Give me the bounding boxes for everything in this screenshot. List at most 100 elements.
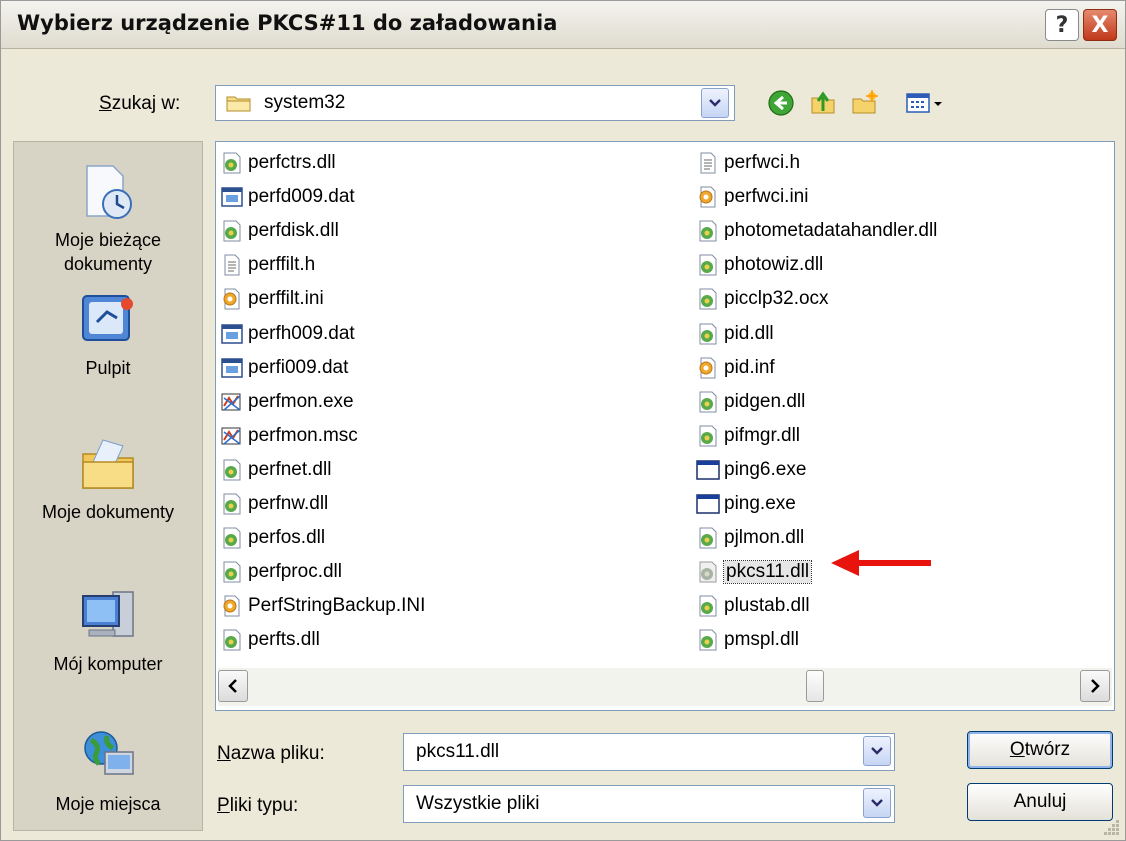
file-item[interactable]: perfproc.dll — [220, 555, 425, 589]
file-name: pkcs11.dll — [722, 560, 813, 585]
cancel-button-label: Anuluj — [1013, 791, 1067, 812]
file-item[interactable]: pidgen.dll — [696, 385, 937, 419]
lookin-dropdown-button[interactable] — [701, 88, 729, 118]
annotation-arrow-icon — [831, 550, 931, 576]
file-name: pid.inf — [724, 356, 775, 378]
file-item[interactable]: perfh009.dat — [220, 316, 425, 350]
place-desktop[interactable]: Pulpit — [14, 292, 202, 380]
open-button-label: Otwórz — [1009, 739, 1071, 760]
file-item[interactable]: perfdisk.dll — [220, 214, 425, 248]
file-name: perfd009.dat — [248, 186, 355, 208]
dat-file-icon — [220, 185, 248, 209]
file-name: perffilt.ini — [248, 288, 324, 310]
file-name: perffilt.h — [248, 254, 316, 276]
file-name: ping.exe — [724, 492, 796, 514]
place-recent-documents[interactable]: Moje bieżące dokumenty — [14, 162, 202, 276]
file-item[interactable]: perfd009.dat — [220, 180, 425, 214]
file-item[interactable]: photometadatahandler.dll — [696, 214, 937, 248]
up-folder-icon[interactable] — [809, 89, 837, 117]
dll-file-icon — [220, 560, 248, 584]
perfmon-file-icon — [220, 390, 248, 414]
lookin-combo[interactable]: system32 — [215, 85, 735, 121]
dll-file-icon — [696, 628, 724, 652]
file-name: perfctrs.dll — [248, 152, 336, 174]
filename-combo[interactable]: pkcs11.dll — [403, 733, 895, 771]
resize-grip-icon[interactable] — [1101, 817, 1121, 837]
filename-dropdown-button[interactable] — [863, 736, 891, 766]
places-bar: Moje bieżące dokumenty Pulpit Moje dokum… — [13, 141, 203, 831]
file-item[interactable]: perffilt.h — [220, 248, 425, 282]
new-folder-icon[interactable] — [851, 89, 879, 117]
file-item[interactable]: pmspl.dll — [696, 623, 937, 657]
open-button[interactable]: Otwórz — [967, 731, 1113, 769]
back-icon[interactable] — [767, 89, 795, 117]
close-button[interactable]: X — [1083, 9, 1117, 41]
recent-documents-icon — [86, 165, 132, 219]
file-item[interactable]: perfi009.dat — [220, 351, 425, 385]
help-button[interactable]: ? — [1045, 9, 1079, 41]
cancel-button[interactable]: Anuluj — [967, 783, 1113, 821]
file-item[interactable]: perfmon.msc — [220, 419, 425, 453]
chevron-down-icon — [709, 99, 721, 107]
file-item[interactable]: perfctrs.dll — [220, 146, 425, 180]
place-label: Moje dokumenty — [41, 502, 175, 522]
dll-file-icon — [696, 424, 724, 448]
file-list[interactable]: perfctrs.dll perfd009.dat perfdisk.dll perf… — [215, 141, 1115, 711]
dll-file-icon — [220, 526, 248, 550]
file-item[interactable]: ping6.exe — [696, 453, 937, 487]
txt-file-icon — [220, 253, 248, 277]
file-item[interactable]: perfos.dll — [220, 521, 425, 555]
exe-file-icon — [696, 492, 724, 516]
scroll-right-button[interactable] — [1080, 670, 1110, 702]
place-label: Moje miejsca — [55, 794, 161, 814]
perfmon-file-icon — [220, 424, 248, 448]
filetype-label: Pliki typu: — [217, 795, 299, 816]
file-name: picclp32.ocx — [724, 288, 829, 310]
file-item[interactable]: perffilt.ini — [220, 282, 425, 316]
place-label: Moje bieżące dokumenty — [54, 230, 162, 274]
dll-file-icon — [220, 492, 248, 516]
file-item[interactable]: picclp32.ocx — [696, 282, 937, 316]
file-name: perfmon.exe — [248, 390, 354, 412]
title-bar[interactable]: Wybierz urządzenie PKCS#11 do załadowani… — [1, 1, 1125, 49]
file-item[interactable]: perfwci.h — [696, 146, 937, 180]
scroll-thumb[interactable] — [806, 670, 824, 702]
file-item[interactable]: plustab.dll — [696, 589, 937, 623]
chevron-right-icon — [1091, 679, 1100, 693]
dll-file-icon — [220, 151, 248, 175]
ini-file-icon — [220, 287, 248, 311]
file-item[interactable]: perfts.dll — [220, 623, 425, 657]
place-my-computer[interactable]: Mój komputer — [14, 586, 202, 676]
file-column-1: perfctrs.dll perfd009.dat perfdisk.dll perf… — [220, 146, 425, 657]
file-item[interactable]: photowiz.dll — [696, 248, 937, 282]
filetype-combo[interactable]: Wszystkie pliki — [403, 785, 895, 823]
file-item[interactable]: perfmon.exe — [220, 385, 425, 419]
file-name: perfdisk.dll — [248, 220, 339, 242]
file-name: plustab.dll — [724, 595, 810, 617]
dll-file-icon — [696, 322, 724, 346]
file-item[interactable]: perfwci.ini — [696, 180, 937, 214]
place-network-places[interactable]: Moje miejsca — [14, 726, 202, 816]
place-label: Mój komputer — [53, 654, 163, 674]
file-item[interactable]: ping.exe — [696, 487, 937, 521]
file-item[interactable]: perfnet.dll — [220, 453, 425, 487]
file-name: pifmgr.dll — [724, 424, 801, 446]
filetype-dropdown-button[interactable] — [863, 788, 891, 818]
dll-file-icon — [696, 560, 724, 584]
file-item[interactable]: pid.inf — [696, 351, 937, 385]
file-item[interactable]: pifmgr.dll — [696, 419, 937, 453]
horizontal-scrollbar[interactable] — [218, 668, 1112, 706]
place-my-documents[interactable]: Moje dokumenty — [14, 436, 202, 524]
dll-file-icon — [220, 219, 248, 243]
file-item[interactable]: PerfStringBackup.INI — [220, 589, 425, 623]
scroll-left-button[interactable] — [218, 670, 248, 702]
file-name: PerfStringBackup.INI — [248, 595, 426, 617]
file-item[interactable]: perfnw.dll — [220, 487, 425, 521]
file-name: photometadatahandler.dll — [724, 220, 938, 242]
lookin-label: Szukaj w: — [99, 93, 181, 114]
dll-file-icon — [696, 390, 724, 414]
file-name: pmspl.dll — [724, 629, 799, 651]
dll-file-icon — [696, 253, 724, 277]
view-menu-icon[interactable] — [905, 89, 945, 117]
file-item[interactable]: pid.dll — [696, 316, 937, 350]
